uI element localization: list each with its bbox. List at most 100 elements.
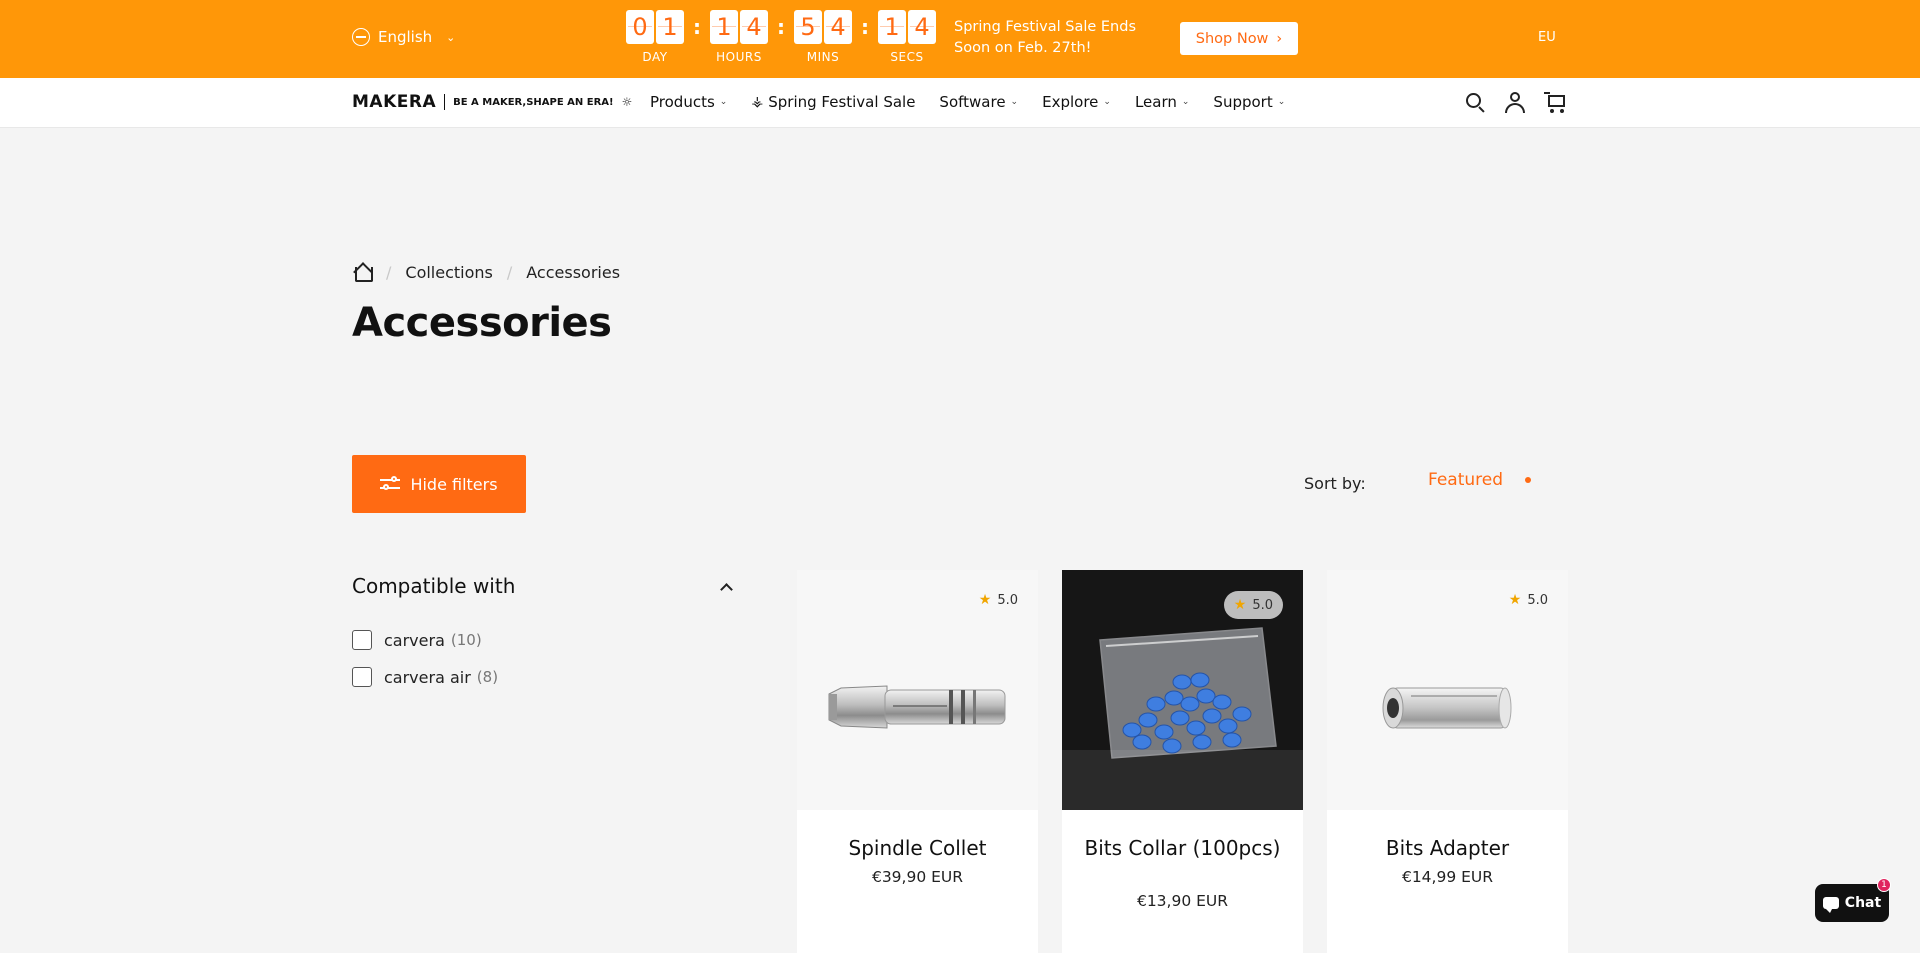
- product-rating: ★ 5.0: [1509, 592, 1548, 608]
- product-image[interactable]: ★ 5.0: [797, 570, 1038, 810]
- chevron-down-icon: ⌄: [1277, 97, 1286, 107]
- dropdown-dot-icon: [1525, 477, 1532, 483]
- logo[interactable]: MAKERA BE A MAKER,SHAPE AN ERA! ☼: [352, 92, 632, 112]
- product-image[interactable]: ★ 5.0: [1327, 570, 1568, 810]
- price-tag-icon: ⚶: [751, 94, 764, 110]
- rating-value: 5.0: [1527, 592, 1548, 608]
- filter-group-title: Compatible with: [352, 574, 516, 598]
- countdown-digit: 0: [626, 10, 654, 44]
- chevron-up-icon: [720, 582, 733, 596]
- main-nav: Products ⌄ ⚶ Spring Festival Sale Softwa…: [650, 93, 1285, 111]
- filter-option-carvera-air[interactable]: carvera air (8): [352, 667, 498, 687]
- nav-item-explore[interactable]: Explore ⌄: [1042, 93, 1111, 111]
- star-icon: ★: [1508, 592, 1522, 608]
- product-price: €14,99 EUR: [1401, 868, 1494, 886]
- breadcrumb-collections[interactable]: Collections: [405, 263, 492, 282]
- nav-item-software[interactable]: Software ⌄: [939, 93, 1018, 111]
- announcement-bar: English ⌄ 0 1 DAY : 1 4 HOURS : 5 4 MINS: [0, 0, 1920, 78]
- globe-icon: [352, 28, 370, 46]
- product-rating: ★ 5.0: [1223, 591, 1283, 619]
- site-header: MAKERA BE A MAKER,SHAPE AN ERA! ☼ Produc…: [0, 78, 1920, 128]
- countdown-digit: 4: [908, 10, 936, 44]
- product-price: €39,90 EUR: [871, 868, 964, 886]
- nav-item-spring-festival-sale[interactable]: ⚶ Spring Festival Sale: [751, 93, 915, 111]
- nav-item-support[interactable]: Support ⌄: [1213, 93, 1285, 111]
- product-name[interactable]: Spindle Collet: [797, 836, 1038, 861]
- countdown-label: MINS: [806, 50, 840, 64]
- sale-message-line1: Spring Festival Sale Ends: [954, 19, 1137, 35]
- breadcrumb: / Collections / Accessories: [352, 262, 620, 282]
- product-rating: ★ 5.0: [979, 592, 1018, 608]
- account-icon[interactable]: [1504, 90, 1526, 114]
- filter-option-label: carvera: [384, 630, 445, 650]
- search-icon[interactable]: [1464, 90, 1486, 114]
- logo-tagline: BE A MAKER,SHAPE AN ERA!: [453, 96, 614, 108]
- filter-option-count: (10): [450, 631, 482, 649]
- page-title: Accessories: [352, 300, 612, 346]
- filter-checkbox[interactable]: [352, 667, 372, 687]
- countdown-mins: 5 4 MINS: [790, 10, 856, 64]
- countdown-separator: :: [777, 15, 785, 39]
- region-selector[interactable]: EU: [1538, 30, 1556, 45]
- filter-options: carvera (10) carvera air (8): [352, 630, 498, 687]
- nav-item-label: Support: [1213, 93, 1273, 111]
- sale-message-line2: Soon on Feb. 27th!: [954, 40, 1092, 56]
- product-name[interactable]: Bits Adapter: [1327, 836, 1568, 861]
- hide-filters-button[interactable]: Hide filters: [352, 455, 526, 513]
- chat-notification-badge: 1: [1877, 878, 1891, 892]
- language-label: English: [378, 28, 433, 46]
- countdown-hours: 1 4 HOURS: [706, 10, 772, 64]
- chevron-down-icon: ⌄: [719, 97, 728, 107]
- sort-label: Sort by:: [1304, 474, 1366, 493]
- filter-group-toggle[interactable]: Compatible with: [352, 574, 735, 598]
- chevron-down-icon: ⌄: [1181, 97, 1190, 107]
- hide-filters-label: Hide filters: [410, 474, 498, 494]
- filter-option-carvera[interactable]: carvera (10): [352, 630, 498, 650]
- shop-now-button[interactable]: Shop Now ›: [1180, 22, 1298, 55]
- chevron-right-icon: ›: [1276, 30, 1283, 47]
- nav-item-label: Learn: [1134, 93, 1177, 111]
- breadcrumb-accessories: Accessories: [526, 262, 621, 282]
- product-card[interactable]: ★ 5.0 Bits Adapter €14,99 EUR: [1327, 570, 1568, 953]
- star-icon: ★: [1233, 597, 1247, 613]
- lightbulb-icon: ☼: [621, 95, 633, 109]
- filter-option-label: carvera air: [384, 667, 471, 687]
- rating-value: 5.0: [997, 592, 1018, 608]
- chevron-down-icon: ⌄: [1010, 97, 1019, 107]
- language-selector[interactable]: English ⌄: [352, 28, 455, 46]
- product-image[interactable]: ★ 5.0: [1062, 570, 1303, 810]
- sort-value: Featured: [1428, 470, 1504, 490]
- filter-checkbox[interactable]: [352, 630, 372, 650]
- chat-bubble-icon: [1822, 897, 1839, 913]
- countdown-label: SECS: [890, 50, 924, 64]
- countdown-digit: 4: [824, 10, 852, 44]
- nav-item-learn[interactable]: Learn ⌄: [1135, 93, 1189, 111]
- countdown-timer: 0 1 DAY : 1 4 HOURS : 5 4 MINS : 1 4 SEC…: [622, 10, 940, 64]
- nav-item-products[interactable]: Products ⌄: [650, 93, 727, 111]
- nav-item-label: Spring Festival Sale: [768, 93, 916, 111]
- logo-wordmark: MAKERA: [352, 92, 437, 112]
- star-icon: ★: [978, 592, 992, 608]
- countdown-separator: :: [861, 15, 869, 39]
- countdown-digit: 5: [794, 10, 822, 44]
- countdown-separator: :: [693, 15, 701, 39]
- shop-now-label: Shop Now: [1195, 30, 1269, 47]
- product-card[interactable]: ★ 5.0 Spindle Collet €39,90 EUR: [797, 570, 1038, 953]
- countdown-day: 0 1 DAY: [622, 10, 688, 64]
- countdown-label: DAY: [642, 50, 668, 64]
- home-icon[interactable]: [352, 262, 373, 282]
- product-name[interactable]: Bits Collar (100pcs): [1062, 836, 1303, 861]
- countdown-digit: 4: [740, 10, 768, 44]
- chat-label: Chat: [1844, 895, 1882, 911]
- product-card[interactable]: ★ 5.0 Bits Collar (100pcs) €13,90 EUR: [1062, 570, 1303, 953]
- breadcrumb-separator: /: [386, 262, 392, 282]
- countdown-label: HOURS: [716, 50, 762, 64]
- sale-message: Spring Festival Sale Ends Soon on Feb. 2…: [954, 17, 1154, 59]
- chevron-down-icon: ⌄: [1103, 97, 1111, 107]
- cart-icon[interactable]: [1544, 90, 1566, 114]
- chevron-down-icon: ⌄: [446, 30, 456, 44]
- sort-select[interactable]: Featured: [1428, 470, 1532, 490]
- breadcrumb-separator: /: [506, 262, 513, 282]
- filter-option-count: (8): [476, 668, 499, 686]
- countdown-secs: 1 4 SECS: [874, 10, 940, 64]
